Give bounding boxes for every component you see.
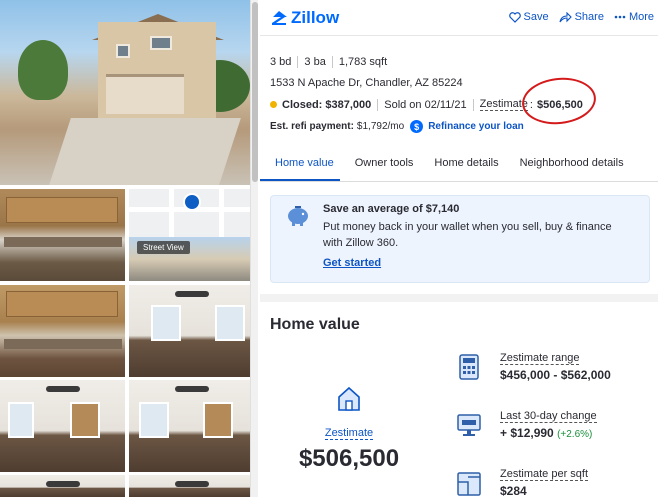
share-label: Share — [574, 11, 604, 23]
heart-icon — [508, 11, 521, 23]
refi-value: $1,792/mo — [356, 121, 405, 132]
refi-label: Est. refi payment: — [270, 121, 354, 132]
tab-home-value[interactable]: Home value — [260, 148, 340, 181]
countertop — [4, 339, 122, 349]
garage-door — [106, 74, 184, 114]
map-thumbnail[interactable]: Street View — [129, 189, 254, 281]
ceiling-fan-icon — [45, 481, 80, 487]
window — [8, 402, 34, 438]
window — [116, 44, 130, 58]
more-label: More — [628, 11, 654, 23]
promo-title: Save an average of $7,140 — [323, 203, 460, 215]
window — [151, 305, 181, 341]
divider — [331, 56, 333, 68]
baths: 3 ba — [304, 56, 326, 68]
scrollbar-thumb[interactable] — [252, 2, 258, 182]
countertop — [4, 237, 122, 247]
street-view-label[interactable]: Street View — [137, 241, 190, 254]
window — [139, 402, 169, 438]
dollar-icon: $ — [410, 120, 424, 133]
ceiling-fan-icon — [45, 386, 80, 392]
divider — [472, 98, 474, 111]
per-sqft-label[interactable]: Zestimate per sqft — [500, 468, 589, 481]
zillow-logo-icon — [272, 11, 287, 25]
tab-neighborhood-details[interactable]: Neighborhood details — [505, 148, 630, 181]
sqft: 1,783 sqft — [338, 56, 388, 68]
header-actions: Save Share More — [508, 11, 654, 23]
house-icon — [338, 386, 360, 411]
promo-body: Put money back in your wallet when you s… — [323, 221, 612, 249]
kitchen-photo-1[interactable] — [0, 189, 125, 281]
photo-gallery: Street View — [0, 0, 258, 497]
sold-date: Sold on 02/11/21 — [384, 98, 467, 111]
save-button[interactable]: Save — [508, 11, 549, 23]
room-photo-3[interactable] — [0, 475, 125, 497]
get-started-link[interactable]: Get started — [323, 257, 381, 269]
listing-panel: Zillow Save Share More 3 bd 3 ba 1,783 s… — [260, 0, 658, 497]
per-sqft-value: $284 — [500, 484, 527, 497]
palm-tree — [18, 40, 68, 100]
share-button[interactable]: Share — [559, 11, 604, 23]
window — [150, 36, 172, 50]
doorway — [70, 402, 100, 438]
tab-home-details[interactable]: Home details — [419, 148, 504, 181]
zestimate-summary-label[interactable]: Zestimate — [324, 427, 374, 440]
change-percent: (+2.6%) — [557, 429, 593, 440]
zestimate-range-label[interactable]: Zestimate range — [500, 352, 580, 365]
map-road — [219, 189, 224, 237]
home-value-heading: Home value — [270, 316, 360, 333]
ceiling-fan-icon — [174, 291, 209, 297]
more-icon — [614, 15, 626, 19]
zillow-logo[interactable]: Zillow — [270, 8, 339, 28]
ceiling-fan-icon — [174, 481, 209, 487]
doorway — [203, 402, 233, 438]
more-button[interactable]: More — [614, 11, 654, 23]
zestimate-summary: Zestimate $506,500 — [280, 386, 418, 473]
floorplan-icon — [457, 472, 481, 496]
room-photo-2[interactable] — [129, 380, 254, 472]
divider — [377, 98, 379, 111]
top-bar: Zillow Save Share More — [260, 0, 658, 36]
status-dot-icon — [270, 101, 277, 108]
room-photo-1[interactable] — [0, 380, 125, 472]
zillow-360-promo: Save an average of $7,140 Put money back… — [270, 195, 650, 283]
tab-bar: Home value Owner tools Home details Neig… — [260, 148, 658, 182]
divider — [297, 56, 299, 68]
living-room-photo[interactable] — [129, 285, 254, 377]
change-value-row: + $12,990 (+2.6%) — [500, 426, 592, 440]
tab-owner-tools[interactable]: Owner tools — [340, 148, 420, 181]
main-house-photo[interactable] — [0, 0, 250, 185]
zestimate-range-value: $456,000 - $562,000 — [500, 368, 611, 382]
map-road — [169, 189, 174, 237]
home-pin-icon[interactable] — [183, 193, 201, 211]
section-divider — [260, 294, 658, 302]
window — [215, 305, 245, 341]
refinance-link[interactable]: Refinance your loan — [428, 121, 524, 132]
change-value: + $12,990 — [500, 426, 554, 440]
cabinets — [6, 197, 118, 223]
status-label: Closed: — [282, 98, 323, 111]
brand-name: Zillow — [291, 8, 340, 27]
change-label[interactable]: Last 30-day change — [500, 410, 597, 423]
beds: 3 bd — [270, 56, 292, 68]
share-icon — [559, 11, 572, 22]
monitor-chart-icon — [457, 414, 481, 436]
closed-price: $387,000 — [325, 98, 372, 111]
refi-row: Est. refi payment: $1,792/mo $ Refinance… — [270, 120, 524, 133]
cabinets — [6, 291, 118, 317]
gallery-scrollbar[interactable] — [250, 0, 258, 497]
driveway — [49, 118, 241, 185]
kitchen-photo-2[interactable] — [0, 285, 125, 377]
zestimate-label[interactable]: Zestimate — [479, 98, 528, 111]
ceiling-fan-icon — [174, 386, 209, 392]
calculator-icon — [459, 354, 479, 380]
address: 1533 N Apache Dr, Chandler, AZ 85224 — [270, 77, 463, 89]
save-label: Save — [523, 11, 549, 23]
piggy-bank-icon — [288, 206, 308, 226]
home-facts: 3 bd 3 ba 1,783 sqft — [270, 56, 387, 68]
red-circle-annotation — [519, 74, 599, 128]
zestimate-summary-value: $506,500 — [298, 445, 400, 472]
room-photo-4[interactable] — [129, 475, 254, 497]
